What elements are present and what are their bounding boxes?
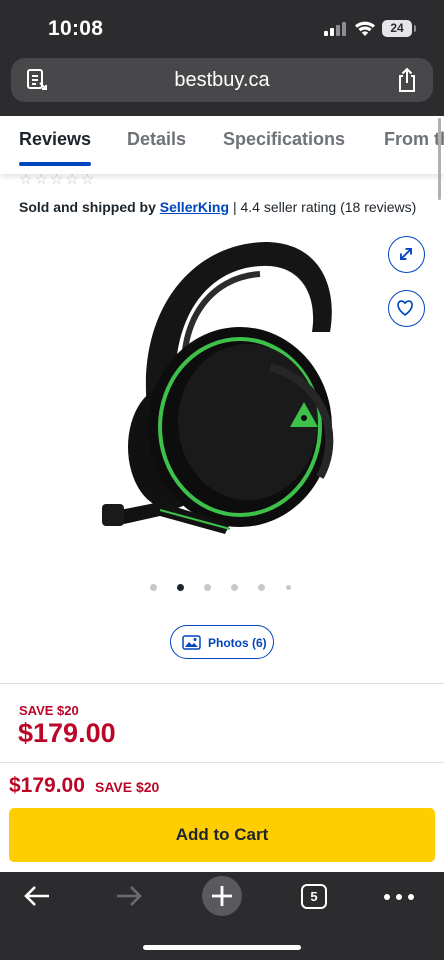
sticky-purchase-bar: $179.00 SAVE $20 Add to Cart — [0, 763, 444, 872]
carousel-dot-active[interactable] — [177, 584, 184, 591]
battery-indicator: 24 — [382, 20, 416, 37]
carousel-dot[interactable] — [204, 584, 211, 591]
browser-top-chrome: 10:08 24 bestbuy.ca — [0, 0, 444, 116]
tabs-icon[interactable]: 5 — [301, 884, 327, 909]
product-section-tabs: Reviews Details Specifications From the … — [0, 116, 444, 174]
sticky-save-badge: SAVE $20 — [95, 779, 160, 795]
browser-bottom-toolbar: 5 — [0, 872, 444, 960]
address-bar[interactable]: bestbuy.ca — [11, 58, 433, 102]
product-price: $179.00 — [18, 718, 116, 748]
add-to-cart-button[interactable]: Add to Cart — [9, 808, 435, 862]
tab-details[interactable]: Details — [127, 129, 186, 150]
seller-link[interactable]: SellerKing — [160, 199, 229, 215]
product-image[interactable] — [90, 232, 360, 552]
tab-from-manufacturer[interactable]: From the Manufacturer — [384, 129, 444, 150]
carousel-dot[interactable] — [286, 585, 291, 590]
plus-icon — [212, 886, 232, 906]
carousel-dot[interactable] — [231, 584, 238, 591]
seller-prefix: Sold and shipped by — [19, 199, 156, 215]
photos-icon — [182, 635, 201, 650]
tab-reviews[interactable]: Reviews — [19, 129, 91, 150]
carousel-dot[interactable] — [150, 584, 157, 591]
photos-label: Photos (6) — [208, 636, 267, 650]
heart-icon — [397, 300, 413, 316]
wishlist-button[interactable] — [388, 290, 425, 327]
save-badge: SAVE $20 — [19, 703, 79, 718]
active-tab-indicator — [19, 162, 91, 166]
wifi-icon — [355, 21, 375, 36]
cellular-signal-icon — [324, 22, 346, 36]
new-tab-button[interactable] — [202, 876, 242, 916]
photos-button[interactable]: Photos (6) — [170, 625, 274, 659]
share-icon[interactable] — [396, 67, 418, 93]
seller-rating: | 4.4 seller rating (18 reviews) — [232, 199, 417, 215]
forward-arrow-icon[interactable] — [114, 884, 144, 908]
expand-image-button[interactable] — [388, 236, 425, 273]
page-scrollbar[interactable] — [438, 118, 441, 200]
sticky-price: $179.00 — [9, 774, 85, 797]
divider — [0, 683, 444, 684]
home-indicator[interactable] — [143, 945, 301, 950]
status-bar: 10:08 24 — [0, 0, 444, 58]
tab-specifications[interactable]: Specifications — [223, 129, 345, 150]
seller-info: Sold and shipped by SellerKing | 4.4 sel… — [19, 199, 416, 215]
status-time: 10:08 — [48, 17, 104, 40]
more-icon[interactable] — [383, 894, 415, 900]
carousel-dot[interactable] — [258, 584, 265, 591]
expand-icon — [400, 248, 412, 260]
url-text[interactable]: bestbuy.ca — [11, 69, 433, 92]
back-arrow-icon[interactable] — [22, 884, 52, 908]
